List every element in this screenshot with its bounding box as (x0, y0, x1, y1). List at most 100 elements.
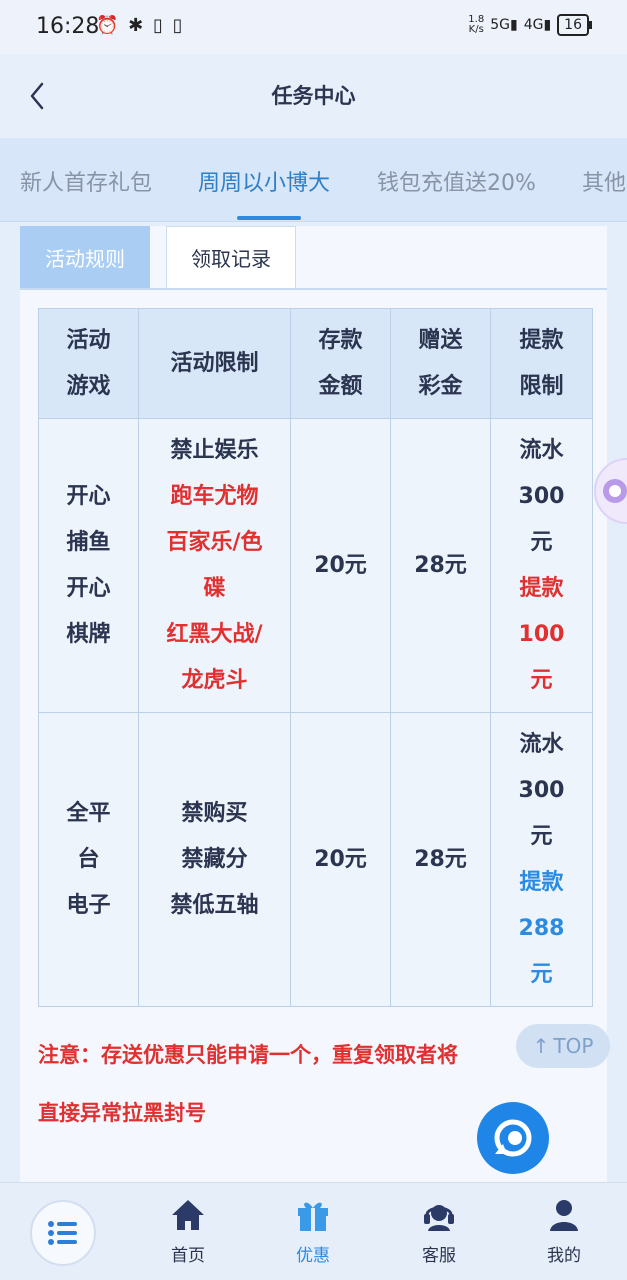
cell-text: 300 (518, 777, 565, 803)
cell-text-red: 100 (518, 621, 565, 647)
tab-other[interactable]: 其他 (582, 165, 626, 197)
gift-icon (298, 1202, 328, 1231)
cell-text: 棋牌 (66, 621, 111, 647)
nav-service[interactable]: 客服 (399, 1197, 479, 1266)
header-text: 彩金 (418, 373, 463, 399)
notice-line: 注意：存送优惠只能申请一个，重复领取者将 (38, 1043, 458, 1067)
signal-4g-label: 4G (523, 17, 544, 33)
menu-button[interactable] (30, 1200, 96, 1266)
header-text: 限制 (519, 373, 564, 399)
eye-icon (603, 479, 627, 503)
cell-game: 全平 台 电子 (38, 712, 139, 1007)
category-tabs: 新人首存礼包 周周以小博大 钱包充值送20% 其他 (0, 138, 627, 222)
tab-new-user-deposit[interactable]: 新人首存礼包 (20, 165, 152, 197)
network-speed-unit: K/s (468, 24, 484, 35)
status-time: 16:28 (36, 14, 100, 39)
network-speed: 1.8 K/s (468, 15, 484, 35)
cell-text: 开心 (66, 575, 111, 601)
signal-5g-icon: 5G▮ (490, 17, 518, 33)
nav-mine[interactable]: 我的 (524, 1197, 604, 1266)
cell-text-red: 碟 (203, 575, 226, 601)
cell-text-blue: 提款 (519, 869, 564, 895)
cell-text: 流水 (519, 731, 564, 757)
tab-wallet-recharge[interactable]: 钱包充值送20% (377, 165, 536, 197)
cell-withdraw: 流水 300 元 提款 288 元 (490, 712, 593, 1007)
page-title: 任务中心 (271, 84, 356, 108)
header-text: 赠送 (418, 327, 463, 353)
cell-text: 开心 (66, 483, 111, 509)
table-header-row: 活动游戏 活动限制 存款金额 赠送彩金 提款限制 (38, 308, 593, 419)
header-text: 活动 (66, 327, 111, 353)
cell-text: 禁止娱乐 (170, 437, 259, 463)
cell-text-red: 红黑大战/ (166, 621, 263, 647)
nav-offers[interactable]: 优惠 (273, 1197, 353, 1266)
tab-weekly-small-big[interactable]: 周周以小博大 (198, 165, 330, 197)
subtab-divider (20, 288, 607, 290)
cell-text: 禁低五轴 (170, 892, 259, 918)
nav-service-label: 客服 (422, 1246, 456, 1266)
cell-limit: 禁购买 禁藏分 禁低五轴 (138, 712, 291, 1007)
cell-text: 禁藏分 (181, 846, 248, 872)
cell-text: 台 (77, 846, 100, 872)
subtab-records[interactable]: 领取记录 (166, 226, 296, 288)
status-right-group: 1.8 K/s 5G▮ 4G▮ 16 (468, 14, 592, 36)
active-tab-indicator (237, 216, 301, 220)
headset-icon (424, 1205, 454, 1231)
cell-text: 电子 (66, 892, 111, 918)
cell-text-red: 百家乐/色 (166, 529, 263, 555)
header-game: 活动 游戏 (38, 308, 139, 419)
cell-text: 300 (518, 483, 565, 509)
cell-text-red: 跑车尤物 (170, 483, 259, 509)
cell-bonus: 28元 (390, 418, 491, 713)
scroll-top-button[interactable]: ↑ TOP (516, 1024, 610, 1068)
bottom-nav: 首页 优惠 客服 我的 (0, 1182, 627, 1280)
list-menu-icon (48, 1221, 77, 1245)
nav-home-label: 首页 (171, 1246, 205, 1266)
cell-text: 禁购买 (181, 800, 248, 826)
header-bonus: 赠送 彩金 (390, 308, 491, 419)
cell-deposit: 20元 (290, 418, 391, 713)
status-bar: 16:28 ⏰ ✱ ▯ ▯ 1.8 K/s 5G▮ 4G▮ 16 (0, 0, 627, 54)
nav-home[interactable]: 首页 (148, 1197, 228, 1266)
cell-text-blue: 元 (530, 961, 553, 987)
cell-bonus: 28元 (390, 712, 491, 1007)
arrow-up-icon: ↑ (532, 1034, 550, 1058)
header-text: 提款 (519, 327, 564, 353)
cell-text-red: 元 (530, 667, 553, 693)
cell-text-red: 提款 (519, 575, 564, 601)
cell-text-red: 龙虎斗 (181, 667, 248, 693)
nav-offers-label: 优惠 (296, 1246, 330, 1266)
cell-text: 捕鱼 (66, 529, 111, 555)
cell-text-blue: 288 (518, 915, 565, 941)
cell-withdraw: 流水 300 元 提款 100 元 (490, 418, 593, 713)
signal-5g-label: 5G (490, 17, 510, 33)
nav-bar: 任务中心 (0, 54, 627, 138)
cell-game: 开心 捕鱼 开心 棋牌 (38, 418, 139, 713)
scroll-top-label: TOP (553, 1034, 594, 1058)
header-text: 活动限制 (170, 350, 259, 376)
cell-text: 元 (530, 823, 553, 849)
header-deposit: 存款 金额 (290, 308, 391, 419)
battery-icon: 16 (557, 14, 592, 36)
subtab-rules[interactable]: 活动规则 (20, 226, 150, 288)
header-limit: 活动限制 (138, 308, 291, 419)
chat-refresh-icon (494, 1119, 532, 1157)
rules-table: 活动 游戏 活动限制 存款 金额 赠送 彩金 提款 限制 开心 捕鱼 开心 棋牌 禁止娱… (38, 308, 593, 1007)
cell-text: 元 (530, 529, 553, 555)
cell-deposit: 20元 (290, 712, 391, 1007)
header-text: 游戏 (66, 373, 111, 399)
header-withdraw: 提款 限制 (490, 308, 593, 419)
signal-4g-icon: 4G▮ (523, 17, 552, 33)
table-row: 全平 台 电子 禁购买 禁藏分 禁低五轴 20元 28元 流水 300 元 提款… (38, 712, 593, 1007)
header-text: 金额 (318, 373, 363, 399)
status-icons: ⏰ ✱ ▯ ▯ (96, 15, 185, 36)
header-text: 存款 (318, 327, 363, 353)
cell-text: 全平 (66, 800, 111, 826)
cell-limit: 禁止娱乐 跑车尤物 百家乐/色 碟 红黑大战/ 龙虎斗 (138, 418, 291, 713)
cell-text: 流水 (519, 437, 564, 463)
table-row: 开心 捕鱼 开心 棋牌 禁止娱乐 跑车尤物 百家乐/色 碟 红黑大战/ 龙虎斗 … (38, 418, 593, 713)
floating-service-button[interactable] (477, 1102, 549, 1174)
nav-mine-label: 我的 (547, 1246, 581, 1266)
user-icon (550, 1200, 578, 1231)
home-icon (172, 1200, 204, 1230)
